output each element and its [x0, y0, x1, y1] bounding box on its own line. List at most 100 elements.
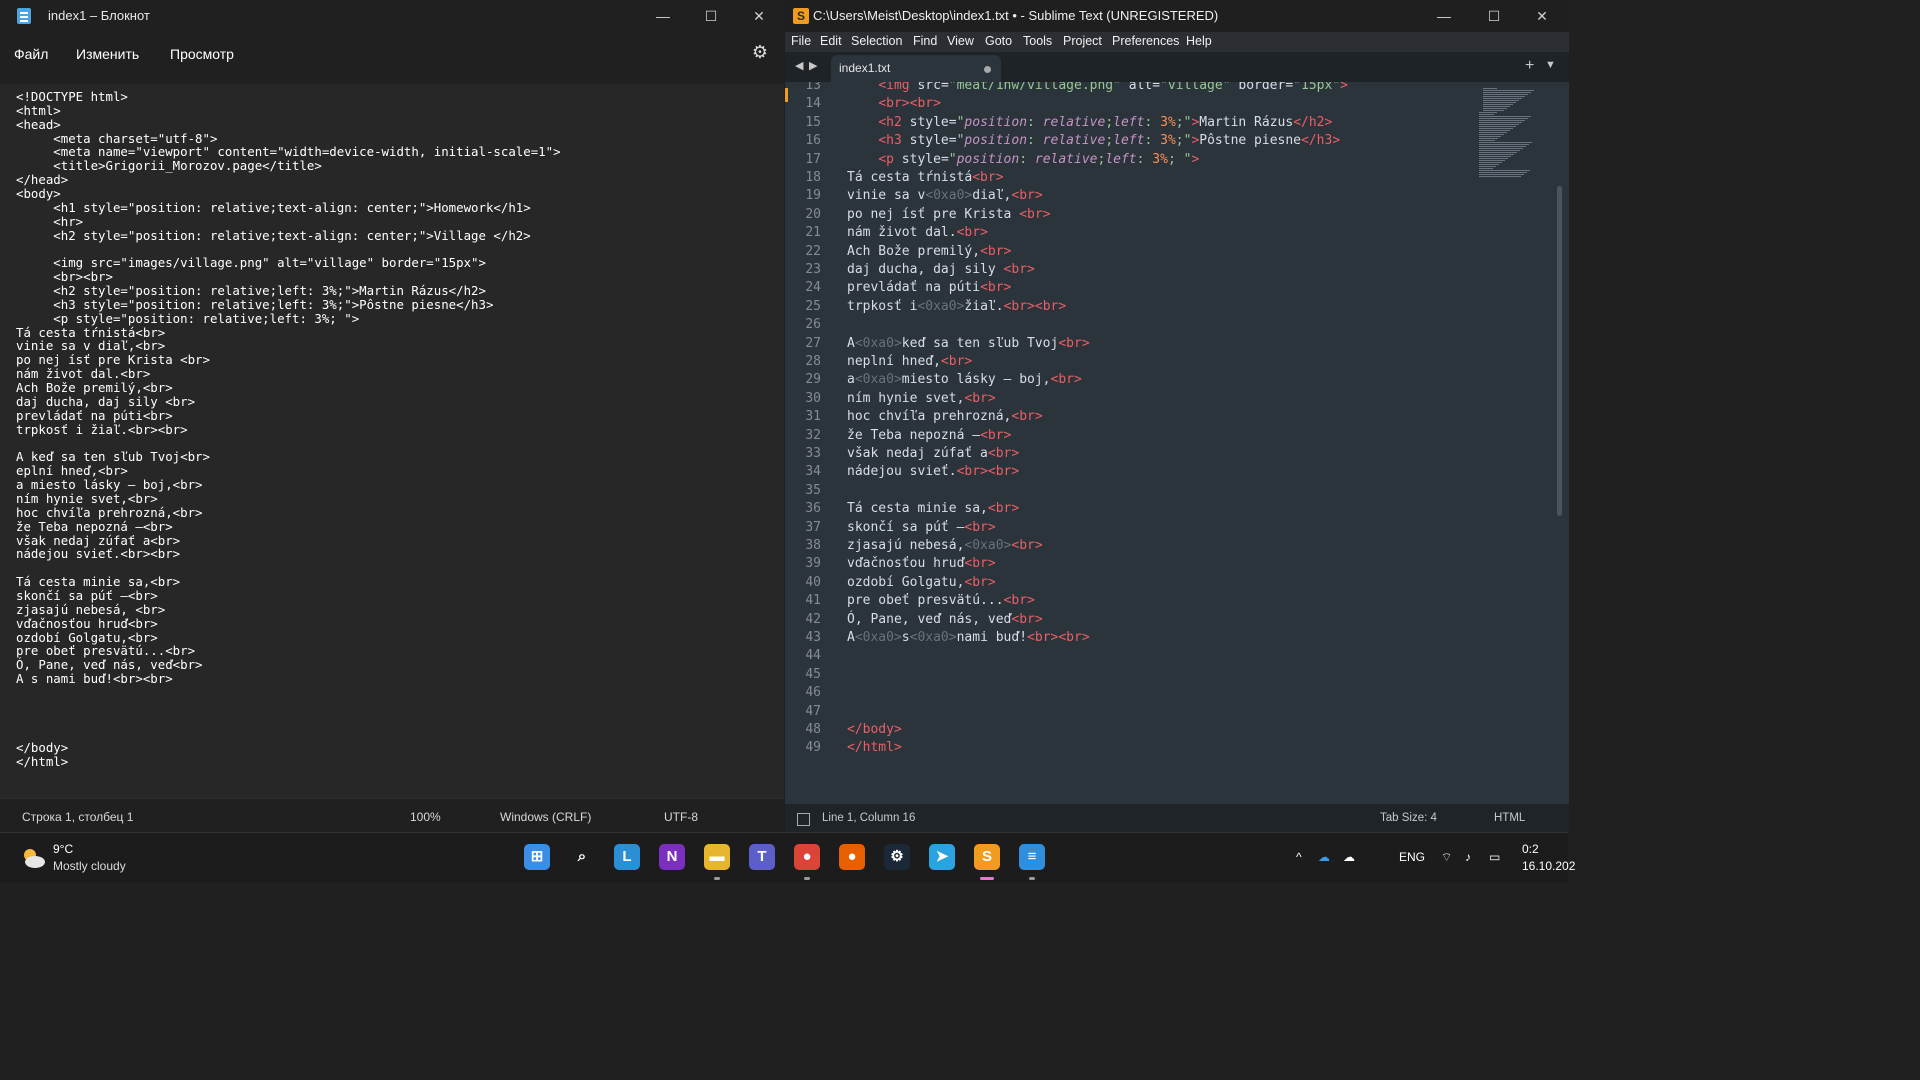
close-button[interactable]: ✕ [736, 0, 782, 32]
code-line[interactable]: trpkosť i<0xa0>žiaľ.<br><br> [847, 299, 1066, 314]
tab-forward-icon[interactable]: ▶ [809, 59, 817, 72]
code-line[interactable]: že Teba nepozná –<br> [847, 428, 1011, 443]
language-indicator[interactable]: ENG [1399, 850, 1425, 864]
menu-preferences[interactable]: Preferences [1112, 34, 1179, 48]
minimap-line [1479, 156, 1511, 157]
windows-start-icon[interactable]: ⊞ [524, 844, 550, 870]
menu-tools[interactable]: Tools [1023, 34, 1052, 48]
line-number: 49 [805, 740, 821, 756]
code-line[interactable]: <h3 style="position: relative;left: 3%;"… [847, 133, 1340, 148]
battery-icon[interactable]: ▭ [1489, 850, 1500, 864]
menu-find[interactable]: Find [913, 34, 937, 48]
menu-help[interactable]: Help [1186, 34, 1212, 48]
cloud-sun-icon[interactable] [20, 845, 46, 871]
menu-goto[interactable]: Goto [985, 34, 1012, 48]
code-line[interactable]: prevládať na púti<br> [847, 280, 1011, 295]
minimize-button[interactable]: — [640, 0, 686, 32]
file-explorer-icon[interactable]: ▬ [704, 844, 730, 870]
new-tab-icon[interactable]: + [1525, 57, 1534, 75]
lingq-icon[interactable]: L [614, 844, 640, 870]
code-line[interactable]: A<0xa0>keď sa ten sľub Tvoj<br> [847, 336, 1090, 351]
code-line[interactable]: a<0xa0>miesto lásky – boj,<br> [847, 372, 1082, 387]
search-icon[interactable]: ⌕ [569, 844, 595, 870]
code-line[interactable]: nám život dal.<br> [847, 225, 988, 240]
code-line[interactable]: hoc chvíľa prehrozná,<br> [847, 409, 1043, 424]
code-line[interactable]: nádejou svieť.<br><br> [847, 464, 1019, 479]
volume-icon[interactable]: ♪ [1465, 850, 1471, 864]
code-line[interactable]: vďačnosťou hruď<br> [847, 556, 996, 571]
syntax-mode[interactable]: HTML [1494, 812, 1525, 824]
code-editor[interactable]: 13 14 15 16 17 18 19 20 21 22 23 24 25 26 27 28 29 30 31 32… [785, 82, 1569, 804]
menu-file[interactable]: Файл [14, 46, 48, 62]
code-line[interactable]: pre obeť presvätú...<br> [847, 593, 1035, 608]
telegram-icon[interactable]: ➤ [929, 844, 955, 870]
code-line[interactable]: Tá cesta minie sa,<br> [847, 501, 1019, 516]
code-line[interactable]: daj ducha, daj sily <br> [847, 262, 1035, 277]
code-line[interactable]: zjasajú nebesá,<0xa0><br> [847, 538, 1043, 553]
weather-desc[interactable]: Mostly cloudy [53, 859, 126, 873]
sublime-titlebar[interactable]: S C:\Users\Meist\Desktop\index1.txt • - … [785, 0, 1569, 32]
code-line[interactable]: <p style="position: relative;left: 3%; "… [847, 152, 1199, 167]
weather-temp[interactable]: 9°C [53, 842, 73, 856]
minimap-line [1479, 160, 1505, 161]
tab-bar: ◀ ▶ index1.txt + ▼ [785, 52, 1569, 82]
line-number: 32 [805, 427, 821, 443]
code-line[interactable]: po nej ísť pre Krista <br> [847, 207, 1051, 222]
tab-back-icon[interactable]: ◀ [795, 59, 803, 72]
code-line[interactable]: <br><br> [847, 96, 941, 111]
notepad-icon[interactable]: ≡ [1019, 844, 1045, 870]
menu-view[interactable]: View [947, 34, 974, 48]
minimap-line [1483, 110, 1504, 111]
code-line[interactable]: Tá cesta tŕnistá<br> [847, 170, 1004, 185]
code-line[interactable]: <img src="meat/1hw/village.png" alt="vil… [847, 82, 1348, 93]
tab-index1[interactable]: index1.txt [831, 55, 1001, 82]
maximize-button[interactable]: ☐ [1471, 0, 1517, 32]
code-line[interactable]: Ach Bože premilý,<br> [847, 244, 1011, 259]
onedrive-icon[interactable]: ☁ [1318, 850, 1330, 864]
panel-toggle-icon[interactable] [797, 813, 810, 826]
code-line[interactable]: vinie sa v<0xa0>diaľ,<br> [847, 188, 1043, 203]
code-line[interactable]: </body> [847, 722, 902, 737]
line-number: 37 [805, 519, 821, 535]
clock-date[interactable]: 16.10.202 [1522, 859, 1575, 873]
tab-list-icon[interactable]: ▼ [1545, 59, 1556, 71]
clock-time[interactable]: 0:2 [1522, 842, 1539, 856]
code-line[interactable]: však nedaj zúfať a<br> [847, 446, 1019, 461]
settings-gear-icon[interactable]: ⚙ [750, 42, 770, 62]
notepad-titlebar[interactable]: index1 – Блокнот — ☐ ✕ [0, 0, 784, 32]
firefox-icon[interactable]: ● [839, 844, 865, 870]
code-line[interactable]: </html> [847, 740, 902, 755]
code-line[interactable]: <h2 style="position: relative;left: 3%;"… [847, 115, 1332, 130]
code-line[interactable]: ním hynie svet,<br> [847, 391, 996, 406]
menu-edit[interactable]: Изменить [76, 46, 139, 62]
code-line[interactable]: skončí sa púť –<br> [847, 520, 996, 535]
minimize-button[interactable]: — [1421, 0, 1467, 32]
onenote-icon[interactable]: N [659, 844, 685, 870]
code-line[interactable]: A<0xa0>s<0xa0>nami buď!<br><br> [847, 630, 1090, 645]
onedrive-personal-icon[interactable]: ☁ [1343, 850, 1355, 864]
sublime-icon[interactable]: S [974, 844, 1000, 870]
minimap[interactable] [1479, 82, 1549, 192]
code-line[interactable]: neplní hneď,<br> [847, 354, 972, 369]
close-button[interactable]: ✕ [1519, 0, 1565, 32]
menu-selection[interactable]: Selection [851, 34, 902, 48]
document-text[interactable]: <!DOCTYPE html> <html> <head> <meta char… [16, 90, 561, 769]
tray-overflow-chevron-icon[interactable]: ^ [1296, 850, 1302, 864]
menu-file[interactable]: File [791, 34, 811, 48]
wifi-icon[interactable]: ⌔ [1441, 850, 1452, 865]
minimap-line [1483, 108, 1507, 109]
maximize-button[interactable]: ☐ [688, 0, 734, 32]
steam-icon[interactable]: ⚙ [884, 844, 910, 870]
tab-size[interactable]: Tab Size: 4 [1380, 812, 1437, 824]
text-editor-area[interactable]: <!DOCTYPE html> <html> <head> <meta char… [0, 84, 784, 798]
minimap-line [1479, 176, 1521, 177]
menu-project[interactable]: Project [1063, 34, 1102, 48]
menu-edit[interactable]: Edit [820, 34, 842, 48]
menu-view[interactable]: Просмотр [170, 46, 234, 62]
chrome-icon[interactable]: ● [794, 844, 820, 870]
vertical-scrollbar[interactable] [1557, 186, 1562, 516]
unsaved-dot-icon[interactable] [984, 66, 991, 73]
teams-icon[interactable]: T [749, 844, 775, 870]
code-line[interactable]: ozdobí Golgatu,<br> [847, 575, 996, 590]
code-line[interactable]: Ó, Pane, veď nás, veď<br> [847, 612, 1043, 627]
